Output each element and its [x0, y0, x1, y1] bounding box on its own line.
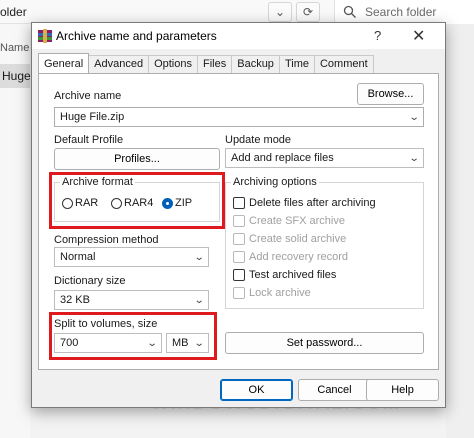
checkbox-box	[233, 250, 245, 263]
tab-files[interactable]: Files	[197, 55, 233, 73]
name-column-header[interactable]: Name	[0, 42, 29, 54]
chevron-down-icon[interactable]: ⌄	[268, 2, 292, 22]
profiles-button[interactable]: Profiles...	[54, 148, 220, 170]
checkbox-label: Add recovery record	[249, 250, 349, 263]
cancel-button[interactable]: Cancel	[298, 379, 371, 401]
close-icon[interactable]: ✕	[412, 26, 425, 46]
tab-backup[interactable]: Backup	[231, 55, 280, 73]
checkbox-box	[233, 196, 245, 209]
archive-dialog: Archive name and parameters ? ✕ General …	[31, 22, 446, 408]
help-icon[interactable]: ?	[374, 28, 381, 43]
update-mode-select[interactable]: Add and replace files ⌄	[225, 148, 424, 168]
create-solid-checkbox: Create solid archive	[233, 230, 346, 247]
checkbox-label: Delete files after archiving	[249, 196, 376, 209]
checkbox-box	[233, 232, 245, 245]
chevron-down-icon: ⌄	[193, 294, 205, 306]
update-mode-value: Add and replace files	[231, 152, 334, 164]
help-button[interactable]: Help	[366, 379, 439, 401]
delete-after-archiving-checkbox[interactable]: Delete files after archiving	[233, 194, 376, 211]
ok-button[interactable]: OK	[220, 379, 293, 401]
tab-options[interactable]: Options	[148, 55, 198, 73]
checkbox-box	[233, 214, 245, 227]
dictionary-size-label: Dictionary size	[54, 275, 126, 287]
tab-comment[interactable]: Comment	[313, 55, 374, 73]
search-icon	[343, 5, 356, 18]
compression-method-select[interactable]: Normal ⌄	[54, 247, 209, 267]
add-recovery-record-checkbox: Add recovery record	[233, 248, 348, 265]
tab-advanced[interactable]: Advanced	[88, 55, 150, 73]
search-box[interactable]: Search folder	[334, 0, 474, 24]
browse-button[interactable]: Browse...	[357, 83, 424, 105]
file-list-item[interactable]: Huge	[0, 64, 31, 88]
explorer-details	[446, 24, 474, 438]
set-password-button[interactable]: Set password...	[225, 332, 424, 354]
checkbox-box	[233, 286, 245, 299]
checkbox-box	[233, 268, 245, 281]
test-archived-files-checkbox[interactable]: Test archived files	[233, 266, 336, 283]
chevron-down-icon: ⌄	[193, 251, 205, 263]
tab-general[interactable]: General	[38, 53, 90, 73]
highlight-box-split	[49, 312, 217, 360]
dialog-title: Archive name and parameters	[56, 29, 217, 43]
winrar-icon	[38, 29, 52, 43]
chevron-down-icon[interactable]: ⌄	[408, 112, 419, 123]
general-tab-panel: Archive name Browse... Huge File.zip ⌄ D…	[38, 73, 439, 370]
search-placeholder: Search folder	[365, 5, 437, 19]
update-mode-label: Update mode	[225, 134, 292, 146]
archive-name-label: Archive name	[54, 90, 122, 102]
dictionary-size-select[interactable]: 32 KB ⌄	[54, 290, 209, 310]
chevron-down-icon: ⌄	[408, 152, 420, 164]
archive-name-value: Huge File.zip	[60, 111, 125, 123]
compression-method-label: Compression method	[54, 234, 159, 246]
checkbox-label: Test archived files	[249, 268, 337, 281]
archiving-options-label: Archiving options	[231, 176, 319, 188]
archive-name-field[interactable]: Huge File.zip ⌄	[54, 107, 424, 127]
dictionary-size-value: 32 KB	[60, 294, 90, 306]
checkbox-label: Create SFX archive	[249, 214, 345, 227]
tab-strip: General Advanced Options Files Backup Ti…	[38, 53, 374, 73]
refresh-icon[interactable]: ⟳	[296, 2, 320, 22]
default-profile-label: Default Profile	[54, 134, 124, 146]
tab-time[interactable]: Time	[278, 55, 315, 73]
checkbox-label: Create solid archive	[249, 232, 347, 245]
compression-method-value: Normal	[60, 251, 96, 263]
checkbox-label: Lock archive	[249, 286, 311, 299]
lock-archive-checkbox: Lock archive	[233, 284, 311, 301]
create-sfx-checkbox: Create SFX archive	[233, 212, 345, 229]
highlight-box-format	[49, 172, 225, 229]
explorer-folder-label: older	[0, 5, 27, 19]
